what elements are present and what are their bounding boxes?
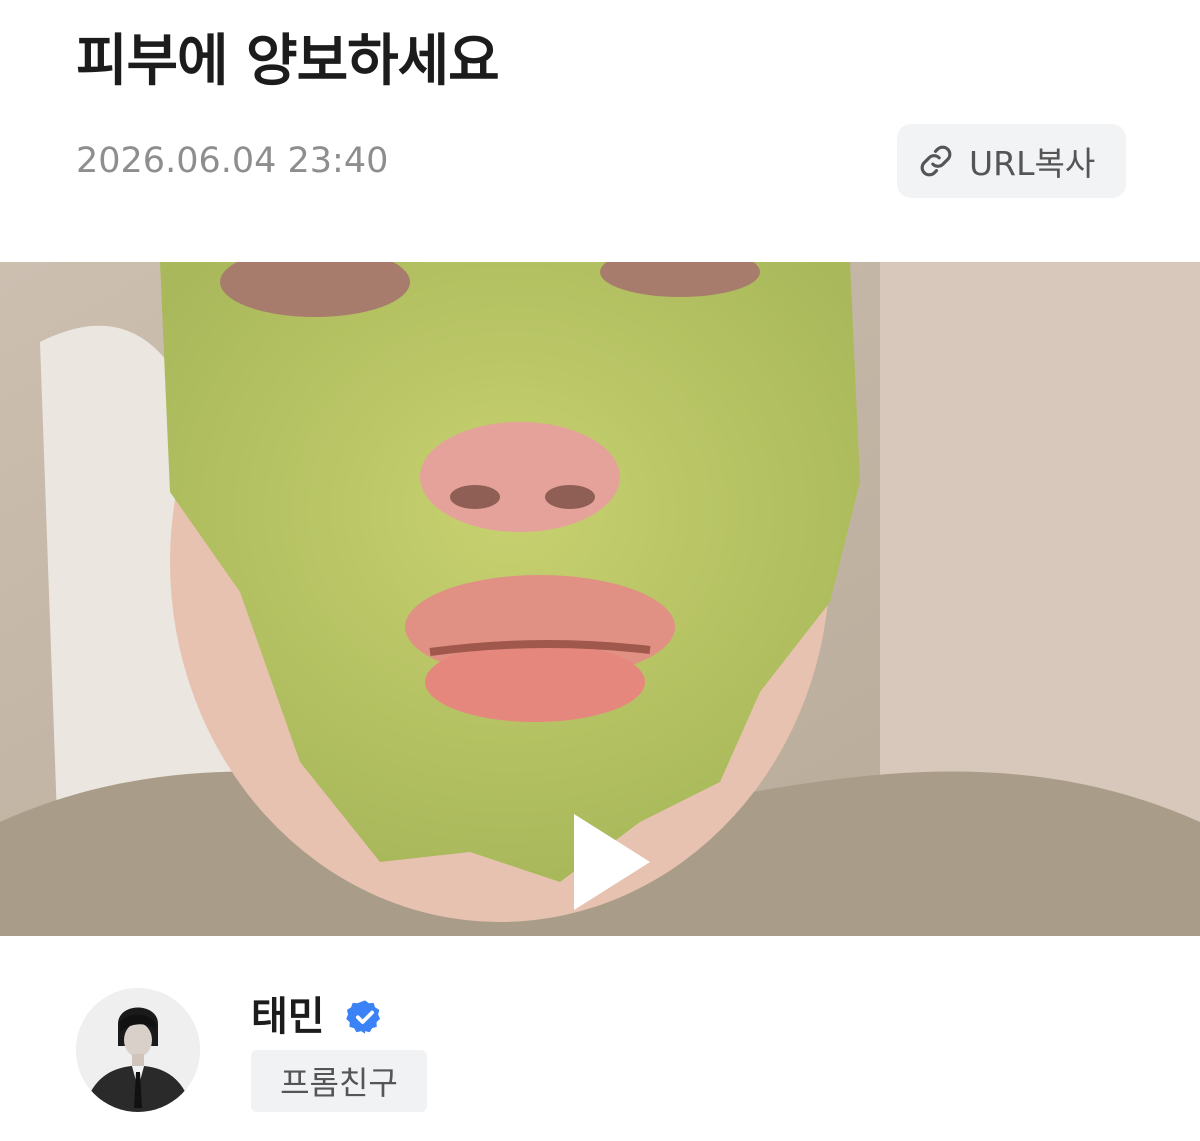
author-name[interactable]: 태민 (251, 990, 325, 1044)
url-copy-label: URL복사 (969, 144, 1096, 183)
verified-check-icon (346, 998, 384, 1036)
link-icon (917, 142, 955, 180)
play-icon[interactable] (570, 810, 654, 914)
url-copy-button[interactable]: URL복사 (897, 124, 1126, 198)
author-avatar[interactable] (76, 988, 200, 1112)
author-badge: 프롬친구 (251, 1050, 427, 1112)
video-player[interactable] (0, 262, 1200, 936)
post-datetime: 2026.06.04 23:40 (76, 141, 389, 181)
post-title: 피부에 양보하세요 (76, 29, 500, 94)
